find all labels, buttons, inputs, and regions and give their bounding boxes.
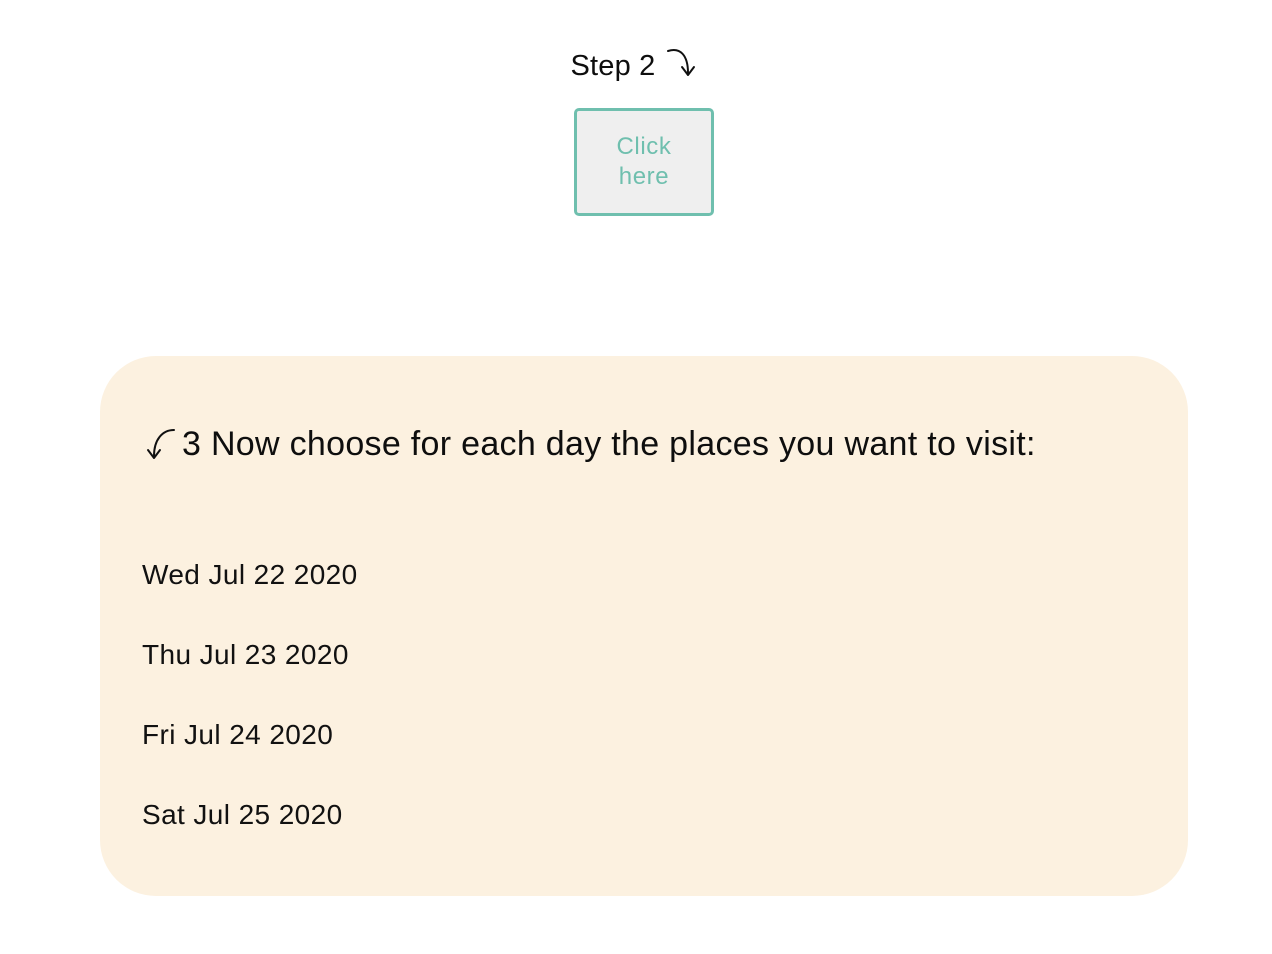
day-item[interactable]: Sat Jul 25 2020 [142, 792, 358, 872]
curved-arrow-down-right-icon [662, 43, 702, 83]
day-list: Wed Jul 22 2020 Thu Jul 23 2020 Fri Jul … [142, 552, 358, 872]
card-heading: 3 Now choose for each day the places you… [140, 422, 1180, 466]
curved-arrow-down-left-icon [140, 424, 180, 464]
step-label: Step 2 [570, 50, 656, 82]
day-selection-card: 3 Now choose for each day the places you… [100, 356, 1188, 896]
day-item[interactable]: Thu Jul 23 2020 [142, 632, 358, 712]
day-item[interactable]: Wed Jul 22 2020 [142, 552, 358, 632]
click-here-button[interactable]: Click here [574, 108, 714, 216]
card-heading-text: 3 Now choose for each day the places you… [182, 425, 1036, 463]
day-item[interactable]: Fri Jul 24 2020 [142, 712, 358, 792]
step-heading: Step 2 [0, 44, 1272, 88]
